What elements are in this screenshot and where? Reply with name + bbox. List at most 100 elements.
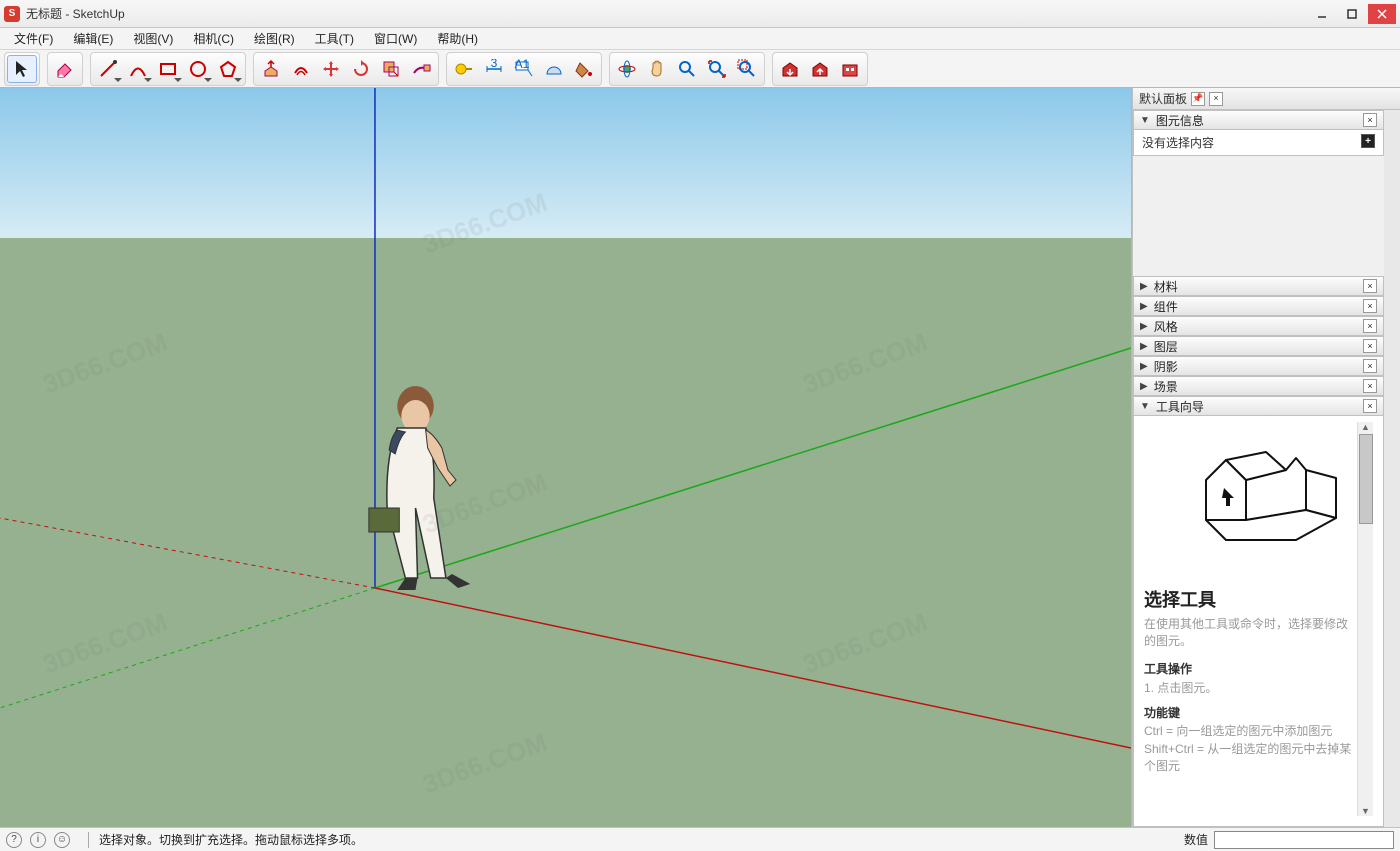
panel-close-icon[interactable]: × bbox=[1363, 279, 1377, 293]
collapse-arrow-icon: ▼ bbox=[1140, 401, 1150, 412]
status-hint: 选择对象。切换到扩充选择。拖动鼠标选择多项。 bbox=[99, 831, 363, 848]
instructor-scrollbar[interactable]: ▲ ▼ bbox=[1357, 422, 1373, 816]
panel-title: 材料 bbox=[1154, 278, 1178, 295]
window-title: 无标题 - SketchUp bbox=[26, 5, 125, 22]
panel-close-icon[interactable]: × bbox=[1363, 113, 1377, 127]
collapse-arrow-icon: ▼ bbox=[1140, 115, 1150, 126]
panel-组件-header[interactable]: ▶组件× bbox=[1133, 296, 1384, 316]
tray-header[interactable]: 默认面板 📌 × bbox=[1133, 88, 1400, 110]
panel-材料-header[interactable]: ▶ 材料 × bbox=[1133, 276, 1384, 296]
panel-close-icon[interactable]: × bbox=[1363, 319, 1377, 333]
move-tool[interactable] bbox=[316, 55, 346, 83]
expand-arrow-icon: ▶ bbox=[1140, 321, 1148, 332]
panel-instructor-title: 工具向导 bbox=[1156, 398, 1204, 415]
measurement-label: 数值 bbox=[1184, 831, 1208, 848]
info-icon[interactable]: i bbox=[30, 832, 46, 848]
panel-instructor-body: 选择工具 在使用其他工具或命令时，选择要修改的图元。 工具操作 1. 点击图元。… bbox=[1133, 416, 1384, 827]
menu-draw[interactable]: 绘图(R) bbox=[244, 28, 305, 49]
svg-text:A1: A1 bbox=[515, 59, 530, 71]
maximize-button[interactable] bbox=[1338, 4, 1366, 24]
panel-title: 风格 bbox=[1154, 318, 1178, 335]
extension-warehouse[interactable] bbox=[835, 55, 865, 83]
panel-close-icon[interactable]: × bbox=[1363, 379, 1377, 393]
panel-entity-info-title: 图元信息 bbox=[1156, 112, 1204, 129]
status-bar: ? i ☺ 选择对象。切换到扩充选择。拖动鼠标选择多项。 数值 bbox=[0, 827, 1400, 851]
zoom-window-tool[interactable] bbox=[732, 55, 762, 83]
app-icon: S bbox=[4, 6, 20, 22]
zoom-extents-tool[interactable] bbox=[702, 55, 732, 83]
expand-arrow-icon: ▶ bbox=[1140, 361, 1148, 372]
scale-tool[interactable] bbox=[376, 55, 406, 83]
circle-tool[interactable] bbox=[183, 55, 213, 83]
svg-text:3: 3 bbox=[491, 59, 498, 70]
content-area: 3D66.COM 3D66.COM 3D66.COM 3D66.COM 3D66… bbox=[0, 88, 1400, 827]
measurement-input[interactable] bbox=[1214, 831, 1394, 849]
followme-tool[interactable] bbox=[406, 55, 436, 83]
polygon-tool[interactable] bbox=[213, 55, 243, 83]
instructor-illustration bbox=[1146, 430, 1356, 580]
tape-measure-tool[interactable] bbox=[449, 55, 479, 83]
warehouse-share[interactable] bbox=[805, 55, 835, 83]
instructor-ops-label: 工具操作 bbox=[1144, 660, 1357, 677]
zoom-tool[interactable] bbox=[672, 55, 702, 83]
tray-scrollbar[interactable] bbox=[1384, 110, 1400, 827]
instructor-tool-title: 选择工具 bbox=[1144, 586, 1357, 612]
instructor-step: 1. 点击图元。 bbox=[1144, 679, 1357, 696]
instructor-keys-label: 功能键 bbox=[1144, 704, 1357, 721]
offset-tool[interactable] bbox=[286, 55, 316, 83]
line-tool[interactable] bbox=[93, 55, 123, 83]
panel-场景-header[interactable]: ▶ 场景 × bbox=[1133, 376, 1384, 396]
menu-bar: 文件(F) 编辑(E) 视图(V) 相机(C) 绘图(R) 工具(T) 窗口(W… bbox=[0, 28, 1400, 50]
panel-instructor-header[interactable]: ▼ 工具向导 × bbox=[1133, 396, 1384, 416]
expand-arrow-icon: ▶ bbox=[1140, 301, 1148, 312]
panel-close-icon[interactable]: × bbox=[1363, 339, 1377, 353]
pan-tool[interactable] bbox=[642, 55, 672, 83]
instructor-key: Ctrl = 向一组选定的图元中添加图元 bbox=[1144, 723, 1357, 740]
expand-arrow-icon: ▶ bbox=[1140, 281, 1148, 292]
tray-close-icon[interactable]: × bbox=[1209, 92, 1223, 106]
panel-close-icon[interactable]: × bbox=[1363, 299, 1377, 313]
orbit-tool[interactable] bbox=[612, 55, 642, 83]
panel-entity-info-header[interactable]: ▼ 图元信息 × bbox=[1133, 110, 1384, 130]
panel-阴影-header[interactable]: ▶ 阴影 × bbox=[1133, 356, 1384, 376]
paint-bucket-tool[interactable] bbox=[569, 55, 599, 83]
warehouse-get[interactable] bbox=[775, 55, 805, 83]
viewport[interactable]: 3D66.COM 3D66.COM 3D66.COM 3D66.COM 3D66… bbox=[0, 88, 1132, 827]
protractor-tool[interactable] bbox=[539, 55, 569, 83]
panel-title: 场景 bbox=[1154, 378, 1178, 395]
close-button[interactable] bbox=[1368, 4, 1396, 24]
rotate-tool[interactable] bbox=[346, 55, 376, 83]
menu-file[interactable]: 文件(F) bbox=[4, 28, 63, 49]
instructor-tool-desc: 在使用其他工具或命令时，选择要修改的图元。 bbox=[1144, 616, 1357, 650]
entity-info-status: 没有选择内容 bbox=[1142, 134, 1375, 151]
menu-help[interactable]: 帮助(H) bbox=[427, 28, 488, 49]
menu-window[interactable]: 窗口(W) bbox=[364, 28, 427, 49]
panel-close-icon[interactable]: × bbox=[1363, 359, 1377, 373]
panel-图层-header[interactable]: ▶图层× bbox=[1133, 336, 1384, 356]
menu-camera[interactable]: 相机(C) bbox=[183, 28, 244, 49]
menu-tools[interactable]: 工具(T) bbox=[305, 28, 364, 49]
panel-title: 阴影 bbox=[1154, 358, 1178, 375]
pushpull-tool[interactable] bbox=[256, 55, 286, 83]
dimension-tool[interactable]: 3 bbox=[479, 55, 509, 83]
title-bar: S 无标题 - SketchUp bbox=[0, 0, 1400, 28]
expand-arrow-icon: ▶ bbox=[1140, 381, 1148, 392]
menu-edit[interactable]: 编辑(E) bbox=[63, 28, 123, 49]
help-icon[interactable]: ? bbox=[6, 832, 22, 848]
instructor-key: Shift+Ctrl = 从一组选定的图元中去掉某个图元 bbox=[1144, 741, 1357, 775]
panel-title: 图层 bbox=[1154, 338, 1178, 355]
minimize-button[interactable] bbox=[1308, 4, 1336, 24]
panel-风格-header[interactable]: ▶ 风格 × bbox=[1133, 316, 1384, 336]
menu-view[interactable]: 视图(V) bbox=[123, 28, 183, 49]
panel-close-icon[interactable]: × bbox=[1363, 399, 1377, 413]
pin-icon[interactable]: 📌 bbox=[1191, 92, 1205, 106]
user-icon[interactable]: ☺ bbox=[54, 832, 70, 848]
expand-details-icon[interactable]: + bbox=[1361, 134, 1375, 148]
arc-tool[interactable] bbox=[123, 55, 153, 83]
select-tool[interactable] bbox=[7, 55, 37, 83]
rectangle-tool[interactable] bbox=[153, 55, 183, 83]
eraser-tool[interactable] bbox=[50, 55, 80, 83]
panel-entity-info-body: + 没有选择内容 bbox=[1133, 130, 1384, 156]
tray-title: 默认面板 bbox=[1139, 90, 1187, 107]
text-tool[interactable]: A1 bbox=[509, 55, 539, 83]
